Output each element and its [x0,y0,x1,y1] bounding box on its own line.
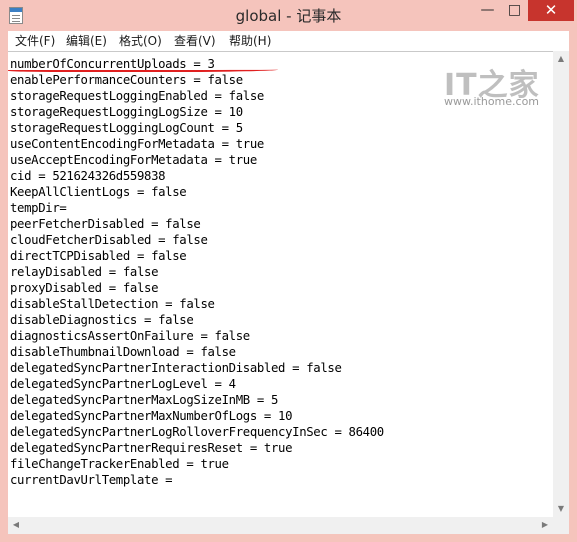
menu-edit[interactable]: 编辑(E) [66,32,107,49]
menu-view[interactable]: 查看(V) [174,32,216,49]
menu-format[interactable]: 格式(O) [119,32,162,49]
scroll-down-arrow-icon[interactable]: ▼ [553,501,569,517]
watermark-url: www.ithome.com [444,95,540,108]
menu-help[interactable]: 帮助(H) [229,32,271,49]
resize-grip[interactable] [553,517,569,534]
window-bottom-border [0,534,577,542]
menu-file[interactable]: 文件(F) [15,32,55,49]
vertical-scrollbar[interactable]: ▲ ▼ [553,51,569,517]
horizontal-scrollbar[interactable]: ◀ ▶ [8,517,553,534]
scroll-left-arrow-icon[interactable]: ◀ [8,517,24,534]
red-annotation-underline [8,66,278,72]
ithome-watermark: IT之家 www.ithome.com [444,60,540,110]
notepad-window: global - 记事本 — □ ✕ 文件(F) 编辑(E) 格式(O) 查看(… [0,0,577,542]
maximize-button[interactable]: □ [501,0,528,21]
minimize-button[interactable]: — [474,0,501,21]
scroll-up-arrow-icon[interactable]: ▲ [553,51,569,67]
menu-bar: 文件(F) 编辑(E) 格式(O) 查看(V) 帮助(H) [8,31,569,51]
scroll-right-arrow-icon[interactable]: ▶ [537,517,553,534]
title-bar[interactable]: global - 记事本 — □ ✕ [0,0,577,31]
close-button[interactable]: ✕ [528,0,574,21]
text-editor[interactable]: numberOfConcurrentUploads = 3 enablePerf… [8,51,569,517]
editor-content[interactable]: numberOfConcurrentUploads = 3 enablePerf… [10,56,550,506]
